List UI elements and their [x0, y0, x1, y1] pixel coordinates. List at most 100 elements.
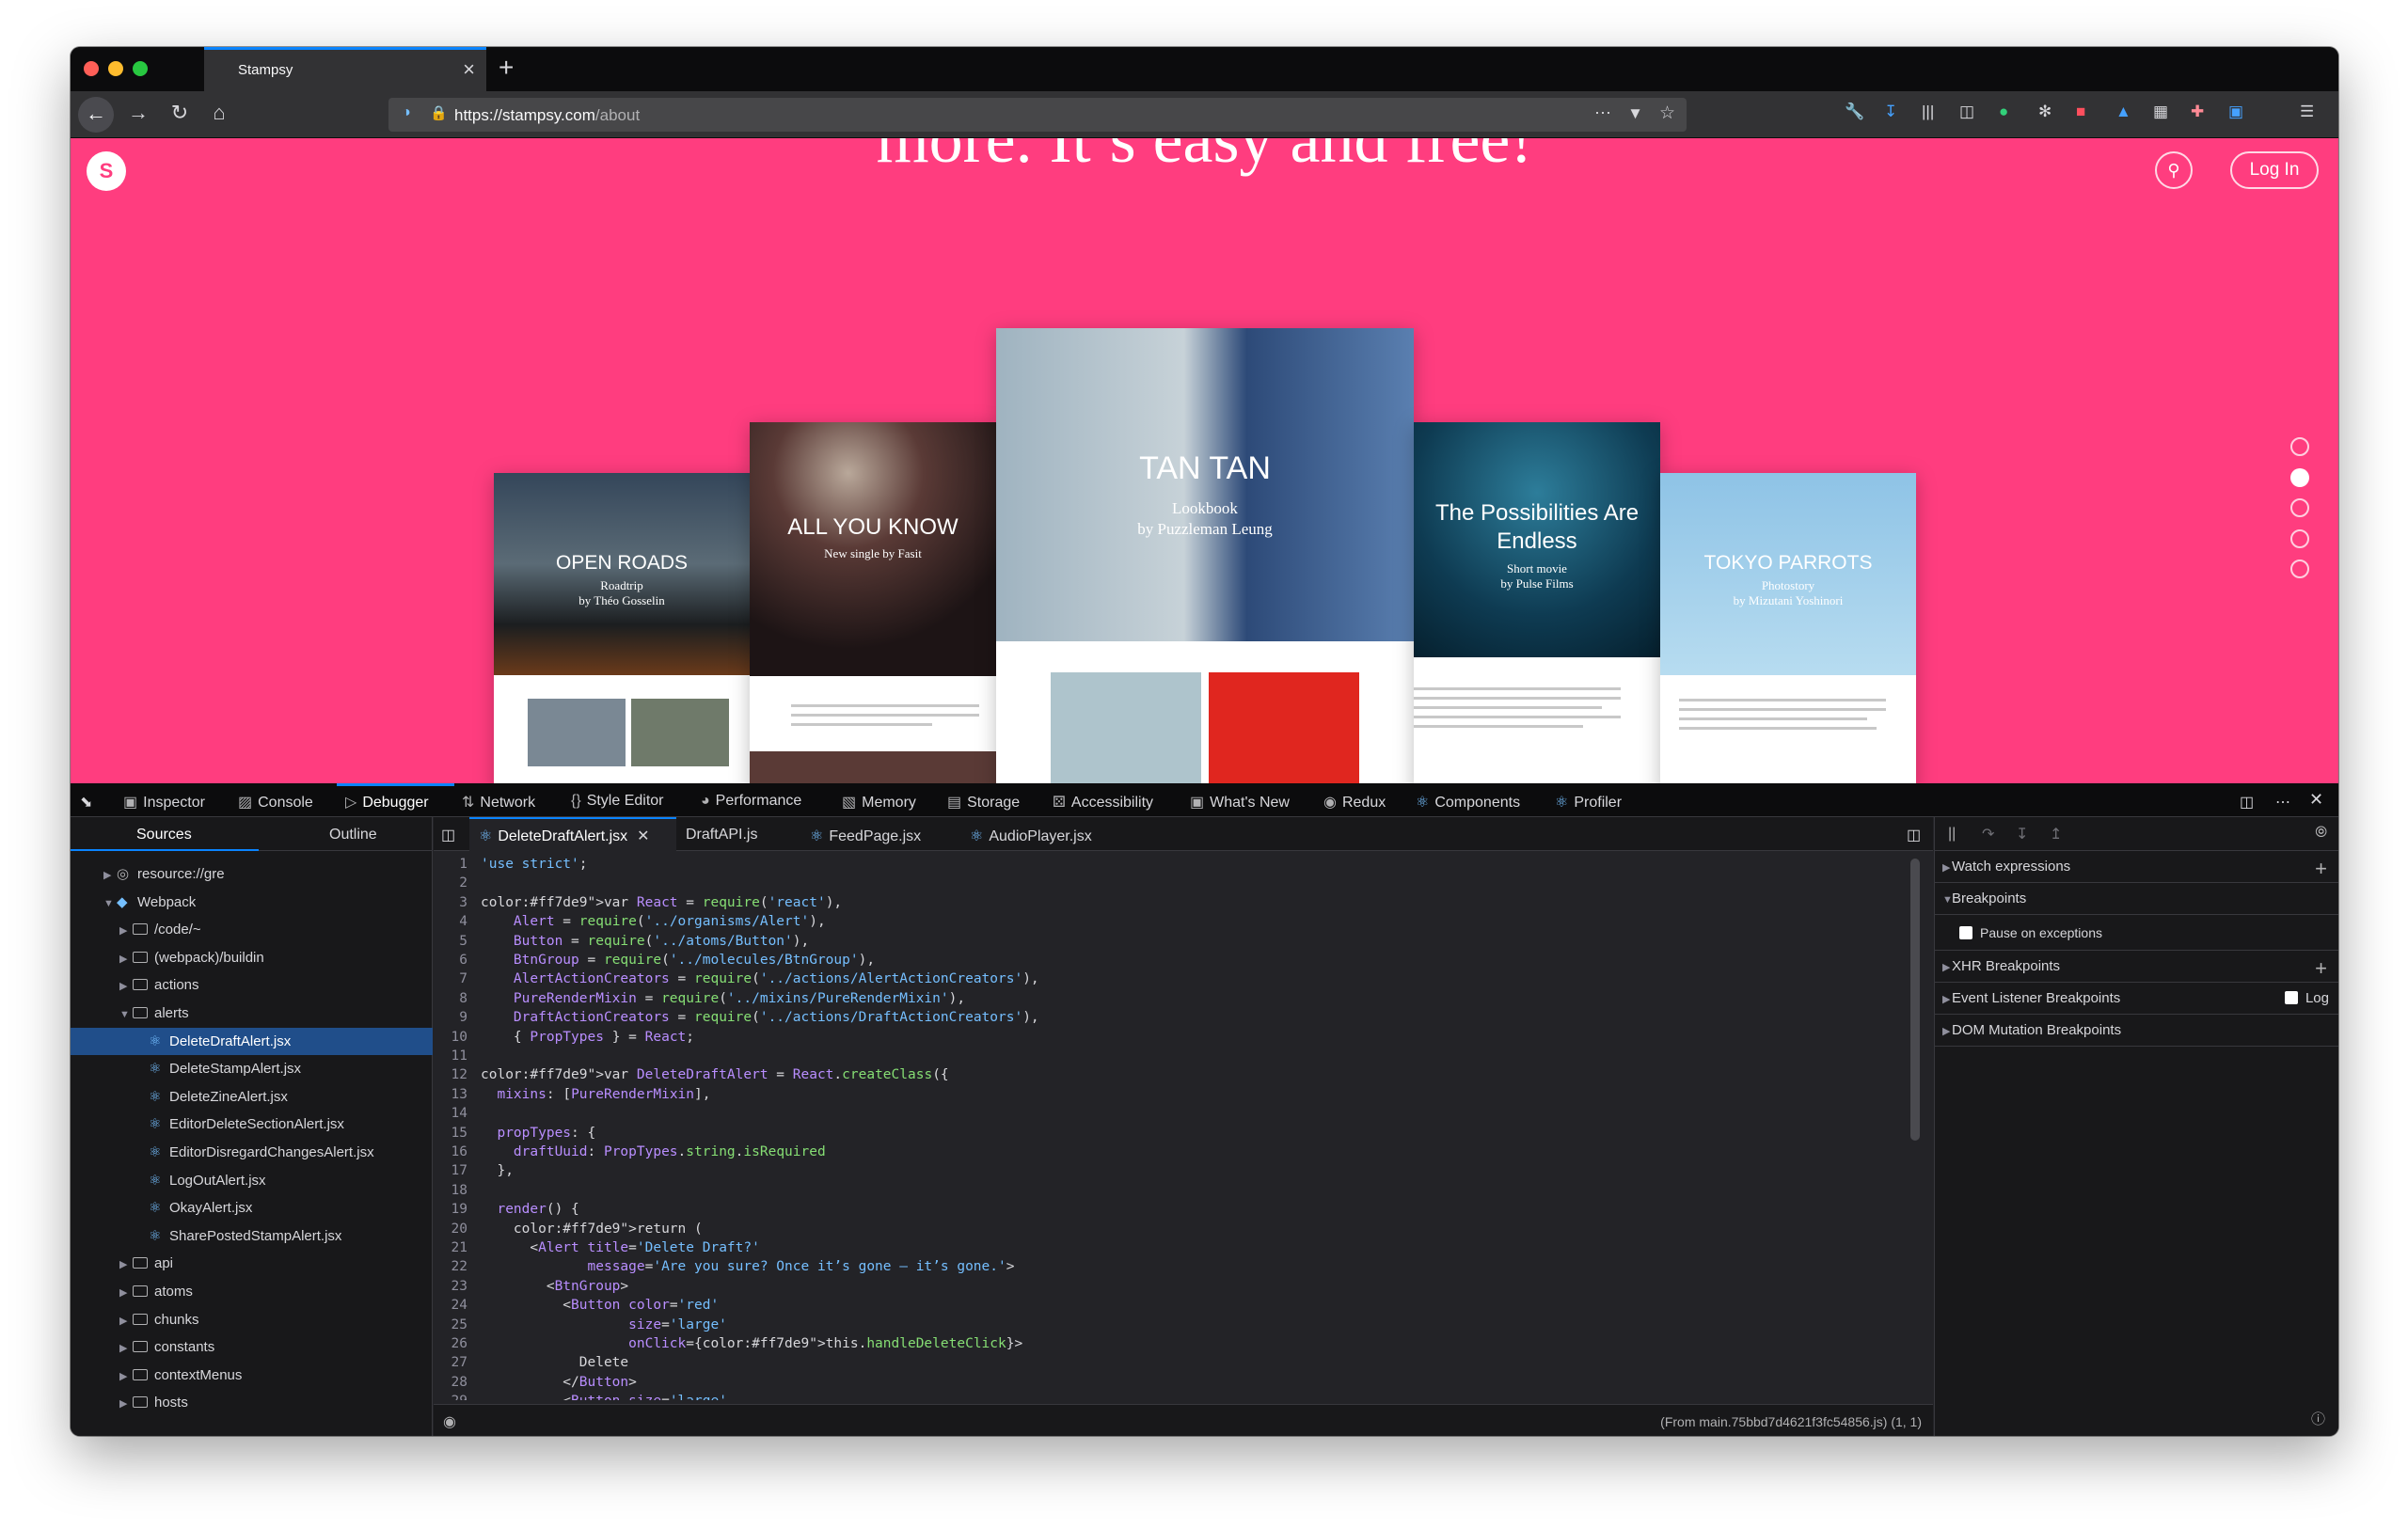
pause-exceptions-checkbox[interactable]: [1959, 926, 1972, 939]
story-card[interactable]: OPEN ROADS Roadtrip by Théo Gosselin: [494, 473, 750, 783]
lock-icon[interactable]: 🔒: [430, 104, 448, 121]
pause-icon[interactable]: ||: [1948, 826, 1956, 843]
element-picker-icon[interactable]: ⬊: [80, 793, 92, 812]
slide-dot-5[interactable]: [2290, 560, 2309, 578]
line-number[interactable]: 4: [434, 912, 467, 931]
line-number[interactable]: 20: [434, 1220, 467, 1238]
line-number[interactable]: 7: [434, 969, 467, 988]
tab-performance[interactable]: ◕ Performance: [701, 793, 801, 810]
source-folder[interactable]: ▶ ◎ resource://gre: [71, 860, 433, 888]
line-number[interactable]: 19: [434, 1200, 467, 1219]
line-number[interactable]: 22: [434, 1257, 467, 1276]
dock-side-icon[interactable]: ◫: [2240, 793, 2254, 812]
tab-outline[interactable]: Outline: [329, 827, 377, 843]
toggle-breakpoints-icon[interactable]: ◫: [1907, 826, 1921, 844]
close-tab-icon[interactable]: ✕: [637, 828, 649, 844]
line-number[interactable]: 3: [434, 893, 467, 912]
source-folder[interactable]: ▶ contextMenus: [71, 1362, 433, 1389]
tab-console[interactable]: ▨ Console: [238, 793, 313, 812]
browser-tab[interactable]: Stampsy ×: [204, 47, 486, 91]
bookmark-star-icon[interactable]: ☆: [1659, 102, 1675, 124]
source-folder[interactable]: ▶ atoms: [71, 1278, 433, 1305]
slide-dot-4[interactable]: [2290, 529, 2309, 548]
help-icon[interactable]: ⓘ: [2311, 1409, 2325, 1428]
code-area[interactable]: 1 'use strict'; 2 3 color:#ff7de9">var React…: [434, 855, 1933, 1400]
close-devtools-icon[interactable]: ✕: [2309, 790, 2323, 810]
line-number[interactable]: 24: [434, 1296, 467, 1315]
more-options-icon[interactable]: ⋯: [2275, 793, 2290, 812]
source-folder[interactable]: ▼ alerts: [71, 1000, 433, 1027]
slide-dot-2[interactable]: [2290, 468, 2309, 487]
step-out-icon[interactable]: ↥: [2050, 825, 2062, 843]
line-number[interactable]: 6: [434, 951, 467, 969]
editor-tab-draft-api[interactable]: DraftAPI.js: [686, 827, 757, 843]
slide-dot-1[interactable]: [2290, 437, 2309, 456]
extension-icon-4[interactable]: ▲: [2115, 102, 2131, 121]
source-file[interactable]: ⚛ SharePostedStampAlert.jsx: [71, 1222, 433, 1250]
add-watch-icon[interactable]: +: [2315, 853, 2327, 885]
tab-sources[interactable]: Sources: [136, 827, 192, 843]
slide-dot-3[interactable]: [2290, 498, 2309, 517]
line-number[interactable]: 1: [434, 855, 467, 874]
source-file[interactable]: ⚛ EditorDeleteSectionAlert.jsx: [71, 1111, 433, 1138]
line-number[interactable]: 9: [434, 1008, 467, 1027]
tab-storage[interactable]: ▤ Storage: [947, 793, 1020, 812]
pocket-icon[interactable]: ▼: [1627, 104, 1643, 123]
source-file[interactable]: ⚛ DeleteStampAlert.jsx: [71, 1055, 433, 1082]
pause-on-exceptions[interactable]: Pause on exceptions: [1935, 915, 2338, 951]
source-folder[interactable]: ▶ chunks: [71, 1306, 433, 1333]
story-card[interactable]: ALL YOU KNOW New single by Fasit: [750, 422, 996, 783]
line-number[interactable]: 15: [434, 1124, 467, 1143]
editor-tab-audio-player[interactable]: ⚛ AudioPlayer.jsx: [970, 827, 1092, 845]
sidebar-icon[interactable]: ◫: [1959, 102, 1974, 121]
log-checkbox[interactable]: [2284, 991, 2298, 1004]
source-folder[interactable]: ▶ (webpack)/buildin: [71, 944, 433, 971]
scrollbar-thumb[interactable]: [1910, 859, 1920, 1141]
source-file[interactable]: ⚛ DeleteZineAlert.jsx: [71, 1083, 433, 1111]
log-toggle[interactable]: Log: [2284, 983, 2329, 1015]
tab-style-editor[interactable]: {} Style Editor: [571, 793, 664, 810]
login-button[interactable]: Log In: [2230, 151, 2319, 189]
xhr-breakpoints-header[interactable]: ▶ XHR Breakpoints +: [1935, 951, 2338, 983]
close-tab-icon[interactable]: ×: [463, 57, 475, 82]
tab-redux[interactable]: ◉ Redux: [1323, 793, 1386, 812]
search-button[interactable]: ⚲: [2155, 151, 2193, 189]
tab-accessibility[interactable]: ⚄ Accessibility: [1053, 793, 1153, 812]
editor-tab-feed-page[interactable]: ⚛ FeedPage.jsx: [810, 827, 921, 845]
dom-mutation-breakpoints-header[interactable]: ▶ DOM Mutation Breakpoints: [1935, 1015, 2338, 1047]
line-number[interactable]: 5: [434, 932, 467, 951]
tab-debugger[interactable]: ▷ Debugger: [345, 793, 429, 812]
url-text[interactable]: https://stampsy.com/about: [454, 106, 640, 125]
source-file[interactable]: ⚛ LogOutAlert.jsx: [71, 1167, 433, 1194]
line-number[interactable]: 27: [434, 1353, 467, 1372]
extension-icon-3[interactable]: ■: [2076, 102, 2085, 121]
source-folder[interactable]: ▶ constants: [71, 1333, 433, 1361]
tab-network[interactable]: ⇅ Network: [462, 793, 535, 812]
step-over-icon[interactable]: ↷: [1982, 825, 1994, 843]
wrench-icon[interactable]: 🔧: [1845, 102, 1864, 121]
reload-button[interactable]: ↻: [165, 101, 195, 125]
editor-tab-delete-draft[interactable]: ⚛ DeleteDraftAlert.jsx ✕: [479, 827, 650, 845]
story-card[interactable]: TOKYO PARROTS Photostory by Mizutani Yos…: [1660, 473, 1916, 783]
add-xhr-icon[interactable]: +: [2315, 953, 2327, 985]
forward-button[interactable]: →: [123, 101, 153, 125]
shield-icon[interactable]: ◑: [402, 104, 411, 121]
line-number[interactable]: 26: [434, 1334, 467, 1353]
line-number[interactable]: 25: [434, 1316, 467, 1334]
line-number[interactable]: 18: [434, 1181, 467, 1200]
tab-inspector[interactable]: ▣ Inspector: [123, 793, 205, 812]
extension-icon-1[interactable]: ●: [1999, 102, 2008, 121]
tab-whats-new[interactable]: ▣ What's New: [1190, 793, 1290, 812]
story-card[interactable]: The Possibilities Are Endless Short movi…: [1414, 422, 1660, 783]
line-number[interactable]: 8: [434, 989, 467, 1008]
tab-memory[interactable]: ▧ Memory: [842, 793, 916, 812]
back-button[interactable]: ←: [78, 97, 114, 133]
toggle-sources-icon[interactable]: ◫: [441, 826, 455, 844]
line-number[interactable]: 2: [434, 874, 467, 892]
line-number[interactable]: 21: [434, 1238, 467, 1257]
deactivate-breakpoints-icon[interactable]: ⦾: [2315, 825, 2327, 842]
extension-icon-7[interactable]: ▣: [2228, 102, 2243, 121]
extension-icon-5[interactable]: ▦: [2153, 102, 2168, 121]
source-folder[interactable]: ▶ api: [71, 1250, 433, 1277]
line-number[interactable]: 29: [434, 1392, 467, 1400]
